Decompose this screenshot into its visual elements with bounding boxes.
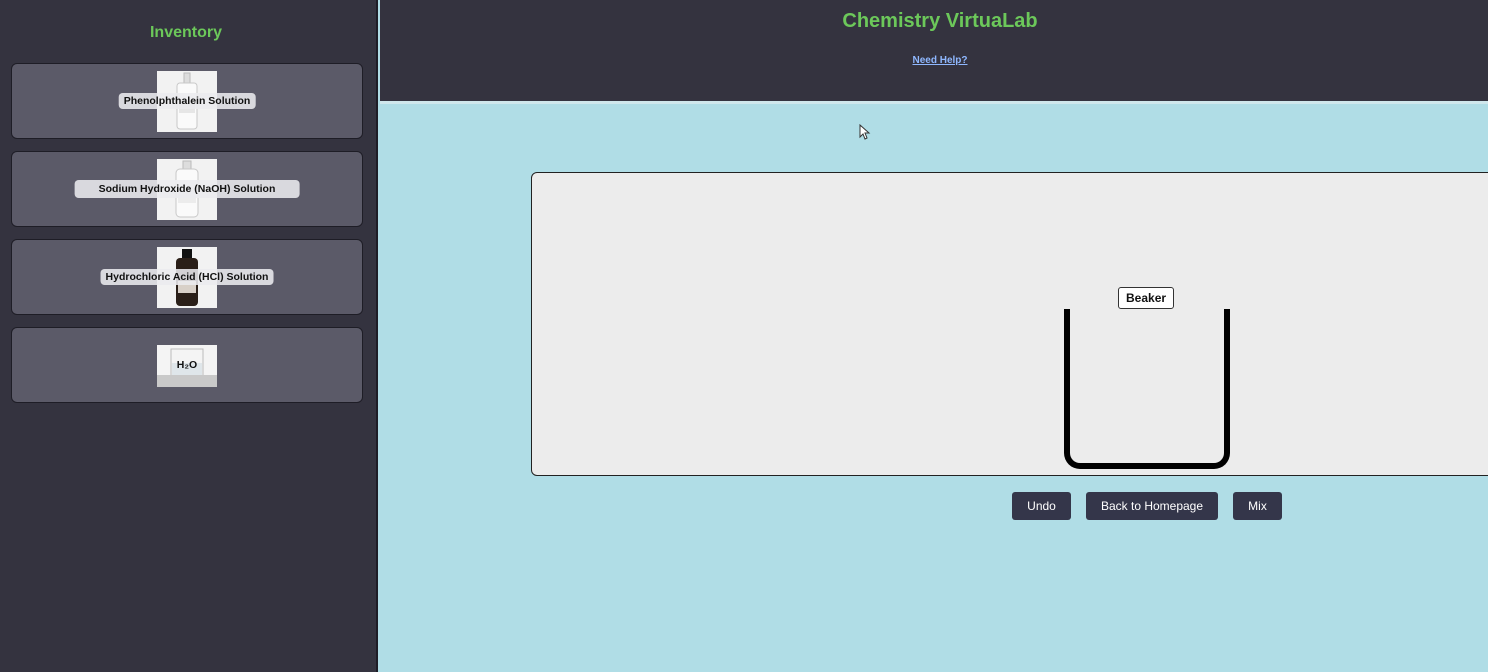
need-help-link[interactable]: Need Help?: [912, 55, 967, 66]
inventory-item-naoh[interactable]: Sodium Hydroxide (NaOH) Solution: [11, 151, 363, 227]
lab-workbench[interactable]: Beaker: [531, 172, 1488, 476]
page-title: Chemistry VirtuaLab: [842, 10, 1038, 32]
inventory-item-label: Sodium Hydroxide (NaOH) Solution: [74, 180, 300, 198]
back-to-homepage-button[interactable]: Back to Homepage: [1086, 492, 1218, 520]
beaker[interactable]: [1064, 309, 1230, 469]
inventory-item-label: Hydrochloric Acid (HCl) Solution: [100, 269, 274, 285]
inventory-item-phenolphthalein[interactable]: Phenolphthalein Solution: [11, 63, 363, 139]
inventory-sidebar: Inventory Phenolphthalein Solution Sodiu…: [0, 0, 378, 672]
mouse-cursor-icon: [859, 124, 871, 140]
inventory-item-water[interactable]: H₂O: [11, 327, 363, 403]
beaker-label: Beaker: [1118, 287, 1175, 309]
inventory-item-hcl[interactable]: Hydrochloric Acid (HCl) Solution: [11, 239, 363, 315]
undo-button[interactable]: Undo: [1012, 492, 1071, 520]
inventory-item-label: Phenolphthalein Solution: [118, 93, 256, 109]
inventory-title: Inventory: [149, 24, 222, 41]
mix-button[interactable]: Mix: [1233, 492, 1282, 520]
inventory-item-label: H₂O: [176, 359, 198, 371]
app-header: Chemistry VirtuaLab Need Help?: [380, 0, 1488, 104]
